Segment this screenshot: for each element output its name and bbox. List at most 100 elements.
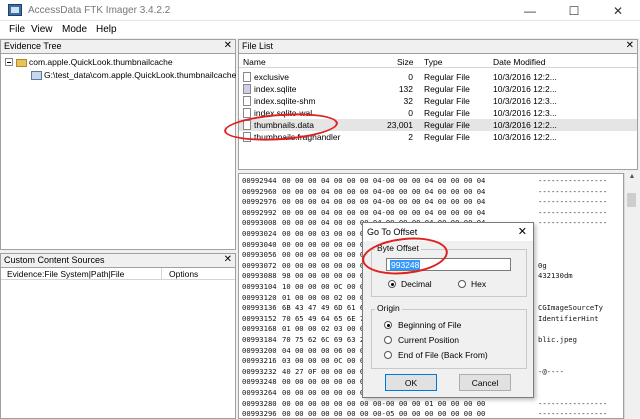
hex-bytes: 00 00 00 04 00 00 00 04-00 00 00 04 00 0… — [282, 207, 486, 217]
hex-row: 00993088 98 00 00 00 00 00 00 432130dm — [242, 271, 573, 280]
hex-ascii: ---------------- — [538, 398, 608, 408]
menu-view[interactable]: View — [31, 24, 53, 35]
file-row[interactable]: index.sqlite 132 Regular File 10/3/2016 … — [239, 83, 637, 95]
hex-bytes: 00 00 00 04 00 00 00 04-00 00 00 04 00 0… — [282, 197, 486, 207]
hex-offset: 00992976 — [242, 197, 277, 207]
column-name[interactable]: Name — [243, 57, 266, 67]
hex-offset: 00992944 — [242, 176, 277, 185]
hex-row: 00993296 00 00 00 00 00 00 00 00-05 00 00… — [242, 409, 607, 419]
column-type[interactable]: Type — [424, 57, 442, 67]
menu-file[interactable]: File — [9, 24, 25, 35]
hex-offset: 00993136 — [242, 303, 277, 313]
menu-bar: File View Mode Help — [0, 21, 640, 38]
origin-beginning-radio[interactable] — [384, 321, 392, 329]
hex-bytes: 00 00 00 04 00 00 00 04-00 00 00 04 00 0… — [282, 176, 486, 185]
hex-row: 00993104 10 00 00 00 0C 00 00 — [242, 282, 369, 291]
hex-bytes: 01 00 00 00 02 00 00 — [282, 292, 369, 302]
hex-ascii: 0g — [538, 260, 547, 270]
hex-scrollbar[interactable]: ▲ — [624, 173, 638, 419]
hex-row: 00993072 00 00 00 00 00 00 00 0g — [242, 261, 547, 270]
hex-offset: 00993008 — [242, 218, 277, 228]
hex-offset: 00993216 — [242, 356, 277, 366]
maximize-button[interactable]: ☐ — [552, 0, 596, 21]
hex-bytes: 10 00 00 00 0C 00 00 — [282, 282, 369, 291]
hex-offset: 00993280 — [242, 398, 277, 408]
hex-offset: 00993248 — [242, 377, 277, 387]
hex-row: 00993264 00 00 00 00 00 00 00 — [242, 388, 369, 397]
scroll-thumb[interactable] — [627, 193, 636, 207]
close-button[interactable]: ✕ — [596, 0, 640, 21]
hex-offset: 00993104 — [242, 282, 277, 291]
scroll-up-icon[interactable]: ▲ — [625, 173, 639, 185]
app-icon — [8, 4, 22, 16]
hex-bytes: 40 27 0F 00 00 00 00 — [282, 366, 369, 376]
origin-end-radio[interactable] — [384, 351, 392, 359]
column-date[interactable]: Date Modified — [493, 57, 545, 67]
file-list-column-header: Name Size Type Date Modified — [239, 56, 637, 68]
window-title: AccessData FTK Imager 3.4.2.2 — [28, 5, 171, 16]
menu-mode[interactable]: Mode — [62, 24, 87, 35]
hex-row: 00993248 00 00 00 00 00 00 00 — [242, 377, 369, 387]
hex-row: 00993280 00 00 00 00 00 00 00 00-00 00 00… — [242, 398, 607, 408]
decimal-label: Decimal — [401, 279, 432, 289]
origin-current-label: Current Position — [398, 335, 459, 345]
folder-icon — [16, 58, 27, 67]
hex-label: Hex — [471, 279, 487, 289]
hex-offset: 00993296 — [242, 409, 277, 419]
close-icon[interactable]: ✕ — [518, 225, 527, 238]
hex-row: 00993152 70 65 49 64 65 6E 74 IdentifierHi… — [242, 313, 599, 323]
hex-offset: 00993056 — [242, 250, 277, 260]
file-icon — [243, 71, 251, 82]
column-divider — [161, 268, 162, 280]
hex-offset: 00993152 — [242, 313, 277, 323]
hex-ascii: IdentifierHint — [538, 313, 599, 323]
hex-bytes: 00 00 00 00 00 00 00 00-05 00 00 00 00 0… — [282, 409, 486, 419]
hex-bytes: 70 65 49 64 65 6E 74 — [282, 313, 369, 323]
hex-row: 00992992 00 00 00 04 00 00 00 04-00 00 00… — [242, 208, 607, 217]
file-list-body: Name Size Type Date Modified exclusive 0… — [238, 54, 638, 170]
ftk-imager-window: AccessData FTK Imager 3.4.2.2 — ☐ ✕ File… — [0, 0, 640, 419]
dialog-title-bar: Go To Offset ✕ — [363, 223, 533, 241]
hex-offset: 00993200 — [242, 345, 277, 355]
close-icon[interactable]: ✕ — [224, 40, 232, 51]
tree-item-path[interactable]: G:\test_data\com.apple.QuickLook.thumbna… — [31, 70, 236, 81]
custom-content-header: Custom Content Sources ✕ — [0, 253, 236, 268]
hex-radio[interactable] — [458, 280, 466, 288]
file-row[interactable]: index.sqlite-shm 32 Regular File 10/3/20… — [239, 95, 637, 107]
database-icon — [243, 83, 251, 94]
minimize-button[interactable]: — — [508, 0, 552, 21]
hex-offset: 00993184 — [242, 335, 277, 344]
hex-bytes: 00 00 00 00 00 00 00 — [282, 239, 369, 249]
tree-item-root[interactable]: com.apple.QuickLook.thumbnailcache — [16, 57, 173, 67]
title-bar: AccessData FTK Imager 3.4.2.2 — ☐ ✕ — [0, 0, 640, 21]
close-icon[interactable]: ✕ — [626, 40, 634, 51]
column-evidence[interactable]: Evidence:File System|Path|File — [7, 269, 124, 279]
origin-current-radio[interactable] — [384, 336, 392, 344]
hex-ascii: blic.jpeg — [538, 335, 577, 344]
menu-help[interactable]: Help — [96, 24, 117, 35]
dialog-title: Go To Offset — [367, 227, 418, 237]
hex-row: 00993056 00 00 00 00 00 00 00 — [242, 250, 369, 260]
hex-row: 00993168 01 00 00 02 03 00 00 — [242, 324, 369, 333]
hex-ascii: ---------------- — [538, 409, 608, 419]
file-list-header: File List ✕ — [238, 39, 638, 54]
column-size[interactable]: Size — [397, 57, 414, 67]
decimal-radio[interactable] — [388, 280, 396, 288]
hex-ascii: ---------------- — [538, 176, 608, 185]
hex-bytes: 04 00 00 00 06 00 00 — [282, 345, 369, 355]
hex-bytes: 00 00 00 03 00 00 00 — [282, 229, 369, 238]
hex-row: 00993040 00 00 00 00 00 00 00 — [242, 239, 369, 249]
hex-row: 0099300800 00 00 04 00 00 00 04-00 00 00… — [242, 218, 607, 228]
hex-bytes: 70 75 62 6C 69 63 2E — [282, 335, 369, 344]
file-row[interactable]: exclusive 0 Regular File 10/3/2016 12:2.… — [239, 71, 637, 83]
file-icon — [243, 95, 251, 106]
column-options[interactable]: Options — [169, 269, 198, 279]
collapse-icon[interactable] — [5, 58, 13, 66]
hex-offset: 00993040 — [242, 239, 277, 249]
close-icon[interactable]: ✕ — [224, 254, 232, 265]
cancel-button[interactable]: Cancel — [459, 374, 511, 391]
ok-button[interactable]: OK — [385, 374, 437, 391]
hex-bytes: 01 00 00 02 03 00 00 — [282, 324, 369, 334]
hex-bytes: 00 00 00 04 00 00 00 04-00 00 00 04 00 0… — [282, 186, 486, 196]
hex-bytes: 00 00 00 00 00 00 00 — [282, 388, 369, 397]
